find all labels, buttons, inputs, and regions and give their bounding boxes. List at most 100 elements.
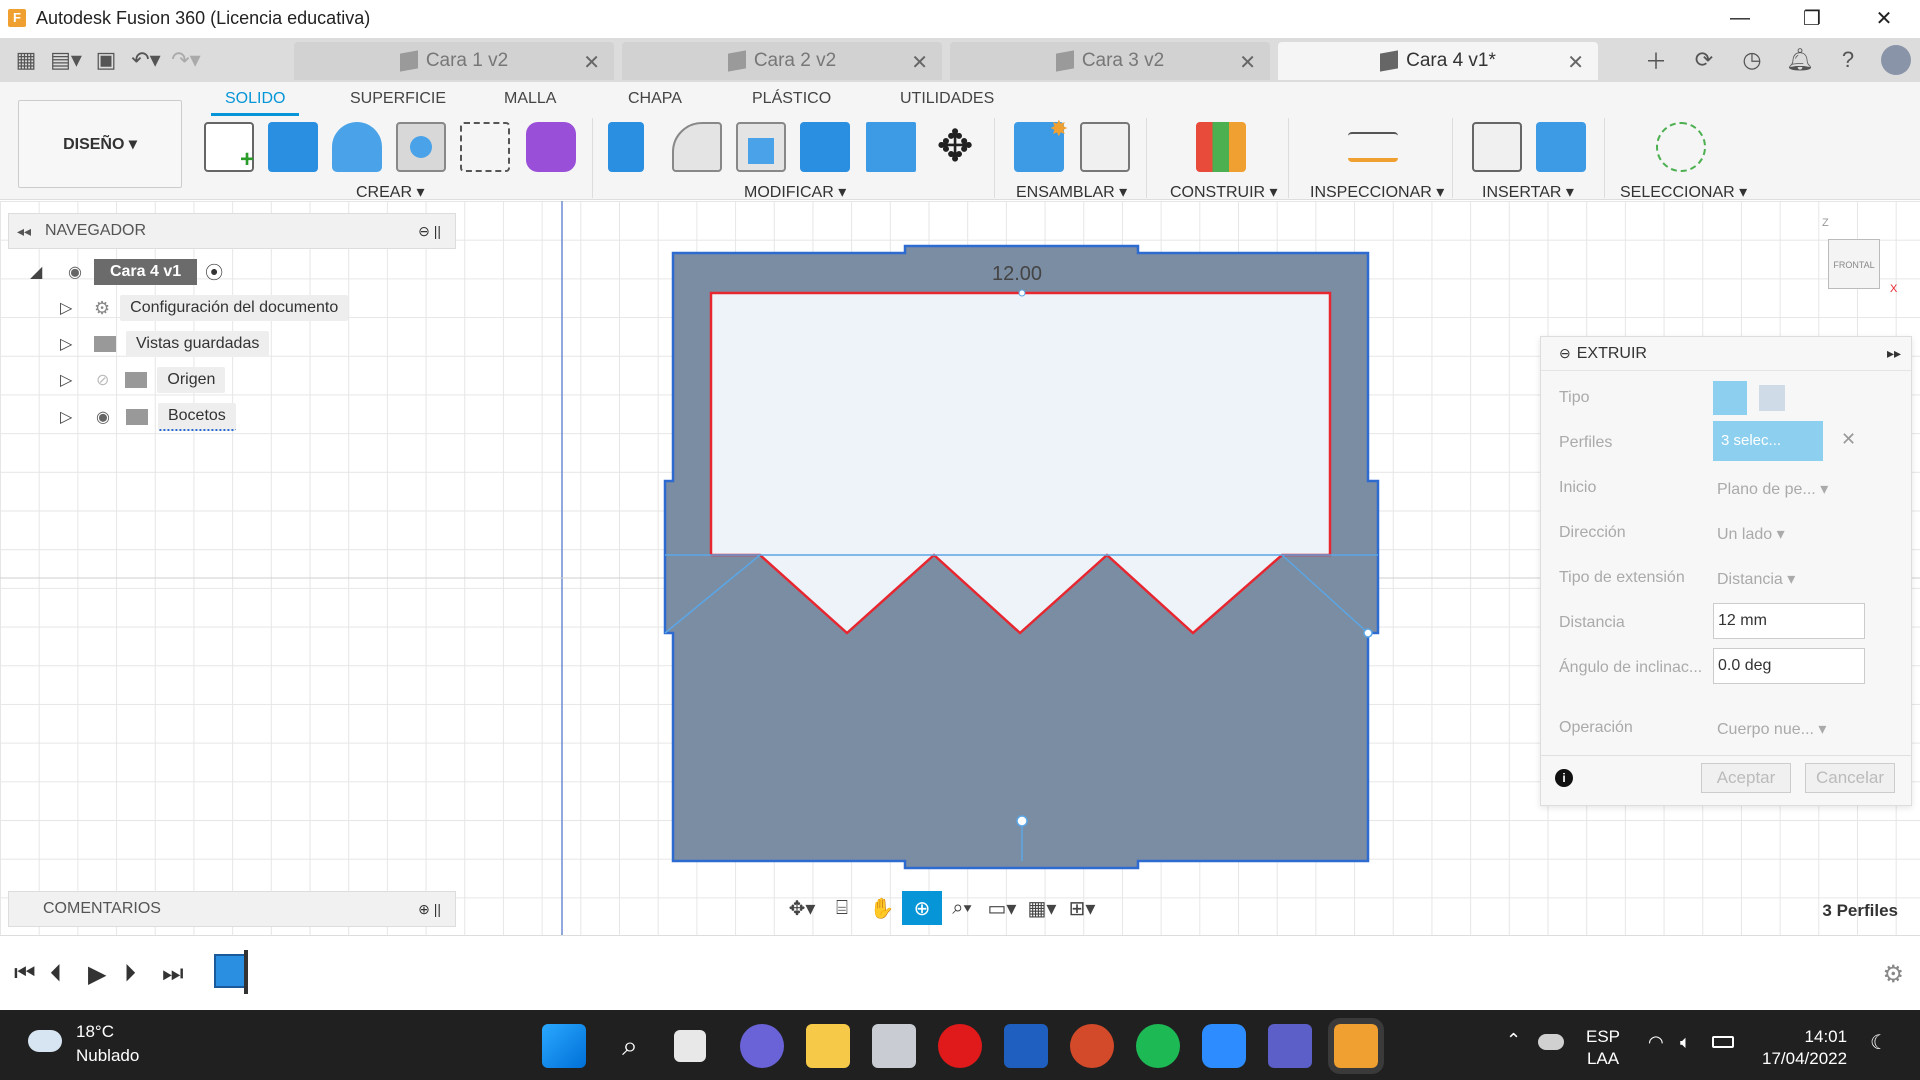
search-icon[interactable]: ⌕: [608, 1024, 652, 1068]
visibility-eye-icon[interactable]: ◉: [96, 407, 110, 427]
grid-menu-icon[interactable]: ▦: [6, 38, 46, 82]
close-tab-icon[interactable]: ✕: [583, 50, 600, 75]
clear-selection-icon[interactable]: ✕: [1841, 429, 1856, 450]
root-component-label[interactable]: Cara 4 v1: [93, 259, 198, 285]
direction-dropdown[interactable]: Un lado ▾: [1717, 524, 1785, 544]
tab-cara-3[interactable]: Cara 3 v2 ✕: [950, 42, 1270, 80]
orbit-icon[interactable]: ✥▾: [782, 891, 822, 925]
help-icon[interactable]: ?: [1824, 38, 1872, 82]
add-comment-icon[interactable]: ⊕ ||: [418, 901, 441, 918]
navigator-header[interactable]: ◂◂ NAVEGADOR ⊖ ||: [8, 213, 456, 249]
fillet-icon[interactable]: [672, 122, 722, 172]
chat-icon[interactable]: [740, 1024, 784, 1068]
type-thin-extrude-button[interactable]: [1759, 385, 1785, 411]
zoom-icon[interactable]: ⊕: [902, 891, 942, 925]
opera-icon[interactable]: [938, 1024, 982, 1068]
pan-icon[interactable]: ✋: [862, 891, 902, 925]
notifications-icon[interactable]: 🔔︎: [1776, 38, 1824, 82]
timeline-marker[interactable]: [244, 950, 248, 994]
battery-icon[interactable]: [1712, 1036, 1734, 1048]
navigator-minimize-icon[interactable]: ⊖ ||: [418, 223, 441, 240]
tab-malla[interactable]: MALLA: [504, 90, 556, 108]
windows-start-icon[interactable]: [542, 1024, 586, 1068]
settings-gear-icon[interactable]: ⚙: [1882, 960, 1904, 989]
timeline-sketch-item[interactable]: [214, 954, 248, 988]
go-to-end-icon[interactable]: ⏭: [162, 960, 184, 988]
insert-menu[interactable]: INSERTAR ▾: [1482, 182, 1574, 202]
weather-desc[interactable]: Nublado: [76, 1046, 139, 1066]
tab-cara-4[interactable]: Cara 4 v1* ✕: [1278, 42, 1598, 80]
form-icon[interactable]: [526, 122, 576, 172]
weather-temp[interactable]: 18°C: [76, 1022, 114, 1042]
viewports-icon[interactable]: ⊞▾: [1062, 891, 1102, 925]
wifi-icon[interactable]: ◠: [1648, 1032, 1664, 1053]
close-tab-icon[interactable]: ✕: [1567, 50, 1584, 75]
comments-panel[interactable]: COMENTARIOS ⊕ ||: [8, 891, 456, 927]
select-menu[interactable]: SELECCIONAR ▾: [1620, 182, 1747, 202]
info-icon[interactable]: i: [1555, 769, 1573, 787]
cancel-button[interactable]: Cancelar: [1805, 763, 1895, 793]
distance-field[interactable]: 12 mm: [1713, 603, 1865, 639]
tab-plastico[interactable]: PLÁSTICO: [752, 90, 831, 108]
clock[interactable]: 14:01 17/04/2022: [1762, 1026, 1847, 1070]
minimize-button[interactable]: —: [1704, 0, 1776, 36]
split-body-icon[interactable]: [866, 122, 916, 172]
construct-menu[interactable]: CONSTRUIR ▾: [1170, 182, 1278, 202]
type-extrude-button[interactable]: [1713, 381, 1747, 415]
tree-item-views[interactable]: ▷ Vistas guardadas: [60, 331, 270, 357]
workspace-selector[interactable]: DISEÑO ▾: [18, 100, 182, 188]
tray-chevron-icon[interactable]: ⌃: [1506, 1030, 1521, 1051]
calculator-icon[interactable]: [872, 1024, 916, 1068]
undo-icon[interactable]: ↶▾: [126, 38, 166, 82]
taper-angle-field[interactable]: 0.0 deg: [1713, 648, 1865, 684]
pattern-icon[interactable]: [460, 122, 510, 172]
task-view-icon[interactable]: [674, 1030, 706, 1062]
redo-icon[interactable]: ↷▾: [166, 38, 206, 82]
volume-icon[interactable]: 🔈︎: [1680, 1032, 1691, 1053]
expand-triangle-icon[interactable]: ▷: [60, 407, 80, 427]
extent-type-dropdown[interactable]: Distancia ▾: [1717, 569, 1795, 589]
save-icon[interactable]: ▣: [86, 38, 126, 82]
step-back-icon[interactable]: ⏴: [50, 960, 62, 988]
language-indicator[interactable]: ESP LAA: [1586, 1026, 1620, 1070]
viewport-canvas[interactable]: 12.00 Z FRONTAL X ◂◂ NAVEGADOR ⊖ || ◢ ◉ …: [0, 201, 1920, 935]
sync-icon[interactable]: ⟳: [1680, 38, 1728, 82]
create-sketch-icon[interactable]: +: [204, 122, 254, 173]
operation-dropdown[interactable]: Cuerpo nue... ▾: [1717, 719, 1826, 739]
spotify-icon[interactable]: [1136, 1024, 1180, 1068]
extrude-icon[interactable]: [268, 122, 318, 172]
visibility-eye-icon[interactable]: ◉: [68, 262, 82, 282]
tree-item-sketches[interactable]: ▷ ◉ Bocetos: [60, 403, 236, 431]
view-cube[interactable]: Z FRONTAL X: [1818, 217, 1898, 297]
collapse-triangle-icon[interactable]: ◢: [30, 262, 50, 282]
step-forward-icon[interactable]: ⏵: [124, 960, 136, 988]
activate-radio-icon[interactable]: ⦿: [205, 259, 223, 285]
notification-moon-icon[interactable]: ☾: [1870, 1030, 1888, 1055]
teams-icon[interactable]: [1268, 1024, 1312, 1068]
shell-icon[interactable]: [736, 122, 786, 172]
collapse-icon[interactable]: ⊖: [1559, 345, 1571, 362]
assemble-menu[interactable]: ENSAMBLAR ▾: [1016, 182, 1127, 202]
expand-triangle-icon[interactable]: ▷: [60, 334, 80, 354]
file-icon[interactable]: ▤▾: [46, 38, 86, 82]
go-to-start-icon[interactable]: ⏮: [14, 960, 36, 988]
tree-item-origin[interactable]: ▷ ⊘ Origen: [60, 367, 226, 393]
move-icon[interactable]: ✥: [930, 122, 980, 172]
maximize-button[interactable]: ❐: [1776, 0, 1848, 36]
powerpoint-icon[interactable]: [1070, 1024, 1114, 1068]
start-dropdown[interactable]: Plano de pe... ▾: [1717, 479, 1828, 499]
job-status-icon[interactable]: ◷: [1728, 38, 1776, 82]
grid-settings-icon[interactable]: ▦▾: [1022, 891, 1062, 925]
ok-button[interactable]: Aceptar: [1701, 763, 1791, 793]
play-icon[interactable]: ▶: [88, 960, 106, 989]
zoom-app-icon[interactable]: [1202, 1024, 1246, 1068]
new-tab-icon[interactable]: ＋: [1632, 38, 1680, 82]
tree-item-config[interactable]: ▷ ⚙ Configuración del documento: [60, 295, 349, 321]
tab-solido[interactable]: SOLIDO: [210, 90, 301, 116]
create-menu[interactable]: CREAR ▾: [356, 182, 424, 202]
extrude-header[interactable]: ⊖ EXTRUIR ▸▸: [1541, 337, 1911, 371]
insert-canvas-icon[interactable]: [1536, 122, 1586, 172]
onedrive-icon[interactable]: [1538, 1034, 1564, 1050]
file-explorer-icon[interactable]: [806, 1024, 850, 1068]
offset-plane-icon[interactable]: [1196, 122, 1246, 172]
